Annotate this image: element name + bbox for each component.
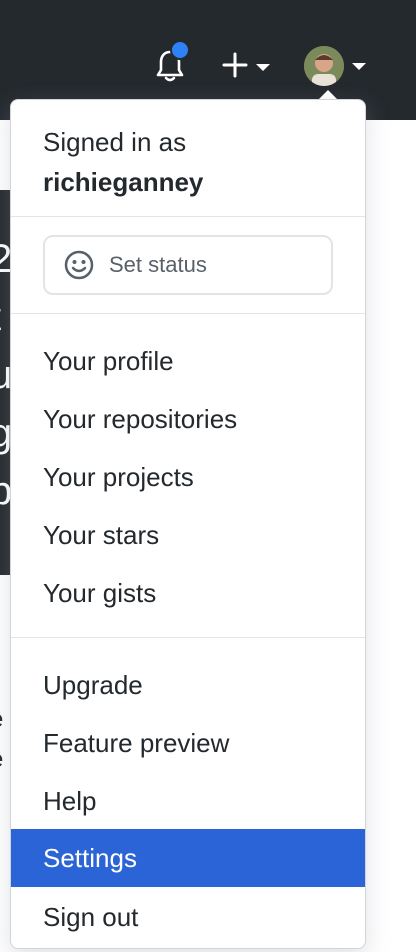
menu-item-sign-out[interactable]: Sign out: [11, 888, 365, 946]
smiley-icon: [64, 250, 94, 280]
menu-item-your-repositories[interactable]: Your repositories: [11, 390, 365, 448]
avatar-caret-icon[interactable]: [352, 63, 366, 70]
user-dropdown-menu: Signed in as richieganney Set status You…: [10, 99, 366, 949]
menu-item-your-gists[interactable]: Your gists: [11, 564, 365, 622]
menu-item-settings[interactable]: Settings: [11, 829, 365, 887]
signed-in-header: Signed in as richieganney: [43, 122, 203, 202]
menu-item-feature-preview[interactable]: Feature preview: [11, 714, 365, 772]
avatar[interactable]: [304, 46, 344, 86]
menu-item-your-stars[interactable]: Your stars: [11, 506, 365, 564]
username: richieganney: [43, 167, 204, 197]
signed-in-label: Signed in as: [43, 127, 187, 157]
create-caret-icon[interactable]: [256, 64, 270, 71]
menu-item-your-profile[interactable]: Your profile: [11, 332, 365, 390]
set-status-button[interactable]: Set status: [43, 235, 333, 295]
plus-icon[interactable]: [222, 52, 248, 78]
notification-dot: [170, 40, 190, 60]
menu-item-upgrade[interactable]: Upgrade: [11, 656, 365, 714]
divider: [11, 637, 365, 638]
divider: [11, 313, 365, 314]
divider: [11, 216, 365, 217]
menu-item-help[interactable]: Help: [11, 772, 365, 830]
menu-item-your-projects[interactable]: Your projects: [11, 448, 365, 506]
set-status-label: Set status: [109, 252, 207, 277]
